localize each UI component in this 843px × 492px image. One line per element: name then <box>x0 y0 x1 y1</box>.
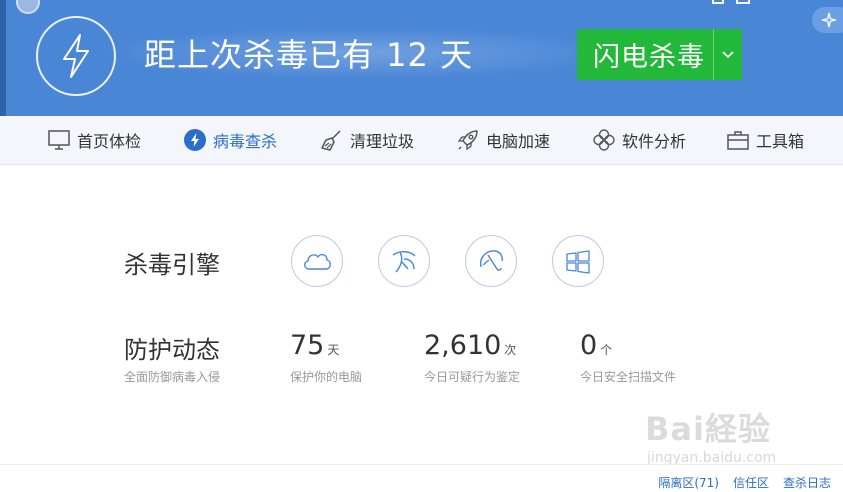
sparkle-icon <box>821 12 837 28</box>
bolt-icon <box>63 34 89 78</box>
header-edge <box>0 0 6 116</box>
menu-icon[interactable] <box>712 0 724 4</box>
header-banner: 距上次杀毒已有 12 天 闪电杀毒 <box>0 0 843 116</box>
quick-scan-label: 闪电杀毒 <box>593 42 705 73</box>
scan-log-link[interactable]: 查杀日志 <box>783 476 831 490</box>
tab-label: 清理垃圾 <box>350 132 415 151</box>
footer-links: 隔离区(71) 信任区 查杀日志 <box>644 474 831 491</box>
quick-scan-button[interactable]: 闪电杀毒 <box>577 29 742 80</box>
tab-toolbox[interactable]: 工具箱 <box>726 116 804 164</box>
cloud-engine-icon <box>304 253 331 270</box>
app-logo-icon <box>16 0 40 14</box>
chevron-down-icon <box>722 50 734 58</box>
trust-zone-link[interactable]: 信任区 <box>733 476 769 490</box>
cloud-engine-button[interactable] <box>291 235 343 287</box>
tab-speed-up[interactable]: 电脑加速 <box>456 116 550 164</box>
protection-sublabel: 全面防御病毒入侵 <box>124 370 221 384</box>
stat-value: 75 <box>290 330 325 361</box>
bolt-badge <box>36 16 116 96</box>
stat-desc: 今日安全扫描文件 <box>580 370 677 384</box>
main-nav: 首页体检 病毒查杀 清理垃圾 电脑加速 软件分析 工具箱 <box>0 116 843 165</box>
rocket-icon <box>457 130 478 151</box>
sparkle-button[interactable] <box>812 7 843 33</box>
engine-label: 杀毒引擎 <box>124 251 220 279</box>
tab-label: 首页体检 <box>77 132 142 151</box>
tab-label: 工具箱 <box>756 132 805 151</box>
stat-protected-days: 75 天 <box>290 330 339 361</box>
footer-divider <box>0 464 843 465</box>
stat-value: 2,610 <box>424 330 502 361</box>
repair-engine-button[interactable] <box>378 235 430 287</box>
system-repair-engine-icon <box>392 251 416 273</box>
monitor-icon <box>48 130 70 150</box>
stat-scanned-files: 0个 <box>580 330 612 361</box>
windows-engine-icon <box>566 250 590 274</box>
tab-label: 病毒查杀 <box>213 132 278 151</box>
windows-engine-button[interactable] <box>552 235 604 287</box>
stat-unit: 个 <box>600 343 613 357</box>
watermark-logo: Bai経验 <box>645 410 771 448</box>
stat-unit: 次 <box>504 343 517 357</box>
quarantine-link[interactable]: 隔离区(71) <box>658 476 719 490</box>
stat-desc: 今日可疑行为鉴定 <box>424 370 521 384</box>
umbrella-engine-icon <box>479 250 503 271</box>
tab-virus-scan[interactable]: 病毒查杀 <box>183 116 277 164</box>
tab-label: 软件分析 <box>622 132 687 151</box>
stat-suspicious-checks: 2,610 次 <box>424 330 516 361</box>
stat-desc: 保护你的电脑 <box>290 370 363 384</box>
tab-clean-junk[interactable]: 清理垃圾 <box>320 116 414 164</box>
minimize-icon[interactable] <box>736 0 750 4</box>
flower-icon <box>593 129 615 151</box>
tab-software-analysis[interactable]: 软件分析 <box>592 116 686 164</box>
umbrella-engine-button[interactable] <box>465 235 517 287</box>
tab-home-checkup[interactable]: 首页体检 <box>47 116 141 164</box>
toolbox-icon <box>727 131 749 150</box>
broom-icon <box>321 130 341 151</box>
bolt-icon <box>184 129 206 151</box>
stat-value: 0 <box>580 330 598 361</box>
last-scan-headline: 距上次杀毒已有 12 天 <box>144 36 474 74</box>
protection-label: 防护动态 <box>124 336 220 364</box>
scan-options-dropdown[interactable] <box>714 29 742 80</box>
tab-label: 电脑加速 <box>486 132 551 151</box>
stat-unit: 天 <box>327 343 340 357</box>
